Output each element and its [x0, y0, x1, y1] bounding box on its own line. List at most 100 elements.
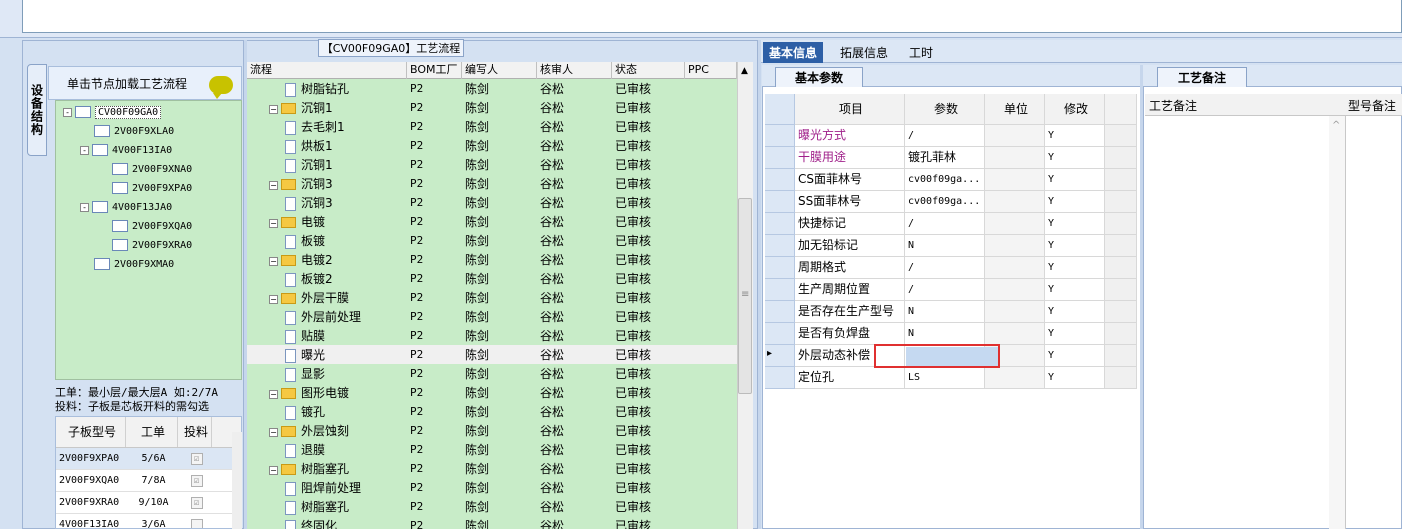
scroll-up-arrow-icon[interactable]: ▲ [741, 66, 748, 76]
table-row[interactable]: CS面菲林号 cv00f09ga... Y [765, 169, 1137, 191]
tab-work-hours[interactable]: 工时 [903, 42, 939, 63]
table-row[interactable]: 烘板1 P2 陈剑 谷松 已审核 [247, 136, 737, 155]
collapse-icon[interactable]: - [63, 107, 72, 117]
table-row[interactable]: − 树脂塞孔 P2 陈剑 谷松 已审核 [247, 459, 737, 478]
collapse-icon[interactable]: - [80, 202, 89, 212]
row-indicator[interactable] [765, 323, 795, 345]
tree-node[interactable]: 2V00F9XPA0 [98, 180, 192, 196]
table-row[interactable]: 4V00F13IA0 3/6A [56, 514, 241, 528]
table-row[interactable]: 树脂塞孔 P2 陈剑 谷松 已审核 [247, 497, 737, 516]
col-status[interactable]: 状态 [612, 62, 685, 79]
table-row[interactable]: 去毛刺1 P2 陈剑 谷松 已审核 [247, 117, 737, 136]
row-indicator[interactable] [765, 257, 795, 279]
header-item[interactable]: 项目 [795, 94, 905, 125]
table-row[interactable]: − 电镀 P2 陈剑 谷松 已审核 [247, 212, 737, 231]
top-text-area[interactable] [22, 0, 1402, 33]
tree-node[interactable]: 2V00F9XMA0 [80, 256, 174, 272]
table-row[interactable]: − 外层干膜 P2 陈剑 谷松 已审核 [247, 288, 737, 307]
cell-param[interactable]: cv00f09ga... [905, 169, 985, 191]
tree-node[interactable]: 2V00F9XQA0 [98, 218, 192, 234]
header-param[interactable]: 参数 [905, 94, 985, 125]
row-indicator[interactable] [765, 235, 795, 257]
tree-node[interactable]: 2V00F9XRA0 [98, 237, 192, 253]
tab-process-note[interactable]: 工艺备注 [1157, 67, 1247, 87]
table-row[interactable]: 镀孔 P2 陈剑 谷松 已审核 [247, 402, 737, 421]
col-ppc[interactable]: PPC [685, 62, 737, 79]
note-scrollbar[interactable] [1329, 116, 1345, 529]
table-row[interactable]: 2V00F9XPA0 5/6A ☑ [56, 448, 241, 470]
header-order[interactable]: 工单 [126, 417, 178, 447]
table-row[interactable]: 快捷标记 / Y [765, 213, 1137, 235]
table-row[interactable]: 阻焊前处理 P2 陈剑 谷松 已审核 [247, 478, 737, 497]
cell-param[interactable]: N [905, 323, 985, 345]
tree-node[interactable]: 2V00F9XLA0 [80, 123, 174, 139]
row-indicator[interactable]: ▸ [765, 345, 795, 367]
collapse-icon[interactable]: − [269, 181, 278, 190]
splitter-right[interactable] [1140, 65, 1143, 529]
collapse-icon[interactable]: − [269, 390, 278, 399]
cell-param[interactable]: / [905, 257, 985, 279]
table-row[interactable]: 周期格式 / Y [765, 257, 1137, 279]
table-row[interactable]: − 沉铜3 P2 陈剑 谷松 已审核 [247, 174, 737, 193]
header-model[interactable]: 子板型号 [56, 417, 126, 447]
cell-order[interactable]: 3/6A [126, 519, 178, 528]
cell-param[interactable]: 镀孔菲林 [905, 147, 985, 169]
cell-param[interactable]: N [905, 235, 985, 257]
tree-node[interactable]: 2V00F9XNA0 [98, 161, 192, 177]
table-row[interactable]: 是否存在生产型号 N Y [765, 301, 1137, 323]
row-indicator[interactable] [765, 169, 795, 191]
table-row[interactable]: 2V00F9XRA0 9/10A ☑ [56, 492, 241, 514]
col-bom[interactable]: BOM工厂 [407, 62, 462, 79]
collapse-icon[interactable]: − [269, 219, 278, 228]
cell-param[interactable]: / [905, 213, 985, 235]
row-indicator[interactable] [765, 147, 795, 169]
collapse-icon[interactable]: − [269, 295, 278, 304]
cell-order[interactable]: 9/10A [126, 497, 178, 508]
collapse-icon[interactable]: − [269, 428, 278, 437]
tree-node[interactable]: - 4V00F13IA0 [80, 142, 172, 158]
table-row[interactable]: 显影 P2 陈剑 谷松 已审核 [247, 364, 737, 383]
tree-node[interactable]: - CV00F09GA0 [63, 104, 162, 120]
table-row[interactable]: 曝光 P2 陈剑 谷松 已审核 [247, 345, 737, 364]
row-indicator[interactable] [765, 279, 795, 301]
cell-order[interactable]: 7/8A [126, 475, 178, 486]
table-row[interactable]: 板镀 P2 陈剑 谷松 已审核 [247, 231, 737, 250]
table-row[interactable]: − 外层蚀刻 P2 陈剑 谷松 已审核 [247, 421, 737, 440]
col-reviewer[interactable]: 核审人 [537, 62, 612, 79]
tree-node[interactable]: - 4V00F13JA0 [80, 199, 172, 215]
table-row[interactable]: 定位孔 LS Y [765, 367, 1137, 389]
header-unit[interactable]: 单位 [985, 94, 1045, 125]
splitter-left[interactable] [244, 40, 247, 529]
table-row[interactable]: 干膜用途 镀孔菲林 Y [765, 147, 1137, 169]
table-row[interactable]: 沉铜3 P2 陈剑 谷松 已审核 [247, 193, 737, 212]
speech-bubble-icon[interactable] [209, 76, 233, 99]
table-row[interactable]: 是否有负焊盘 N Y [765, 323, 1137, 345]
cell-param[interactable]: cv00f09ga... [905, 191, 985, 213]
table-row[interactable]: 板镀2 P2 陈剑 谷松 已审核 [247, 269, 737, 288]
col-writer[interactable]: 编写人 [462, 62, 537, 79]
collapse-icon[interactable]: − [269, 105, 278, 114]
table-row[interactable]: − 沉铜1 P2 陈剑 谷松 已审核 [247, 98, 737, 117]
table-row[interactable]: 终固化 P2 陈剑 谷松 已审核 [247, 516, 737, 529]
collapse-icon[interactable]: - [80, 145, 89, 155]
cell-param[interactable]: LS [905, 367, 985, 389]
feed-checkbox[interactable]: ☑ [190, 452, 203, 465]
cell-param[interactable]: N [905, 301, 985, 323]
table-row[interactable]: 沉铜1 P2 陈剑 谷松 已审核 [247, 155, 737, 174]
row-indicator[interactable] [765, 191, 795, 213]
header-modify[interactable]: 修改 [1045, 94, 1105, 125]
cell-param[interactable]: / [905, 279, 985, 301]
splitter-mid[interactable] [758, 40, 761, 529]
tab-basic-params[interactable]: 基本参数 [775, 67, 863, 87]
row-indicator[interactable] [765, 125, 795, 147]
table-row[interactable]: 加无铅标记 N Y [765, 235, 1137, 257]
feed-checkbox[interactable]: ☑ [190, 496, 203, 509]
col-flow[interactable]: 流程 [247, 62, 407, 79]
header-model-note[interactable]: 型号备注 [1348, 97, 1396, 114]
sub-table-scrollbar[interactable] [232, 432, 242, 529]
table-row[interactable]: 2V00F9XQA0 7/8A ☑ [56, 470, 241, 492]
table-row[interactable]: 外层前处理 P2 陈剑 谷松 已审核 [247, 307, 737, 326]
cell-order[interactable]: 5/6A [126, 453, 178, 464]
feed-checkbox[interactable]: ☑ [190, 474, 203, 487]
row-indicator[interactable] [765, 213, 795, 235]
